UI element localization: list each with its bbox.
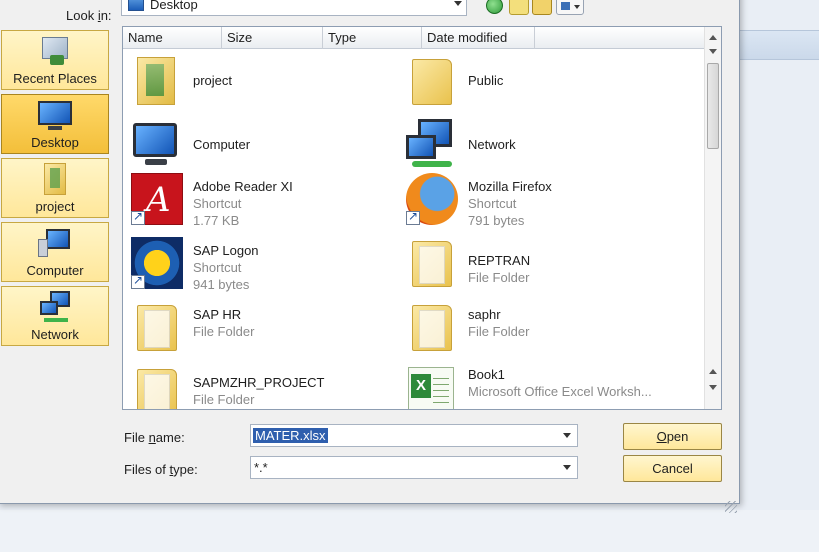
recent-places-icon <box>38 35 72 67</box>
scroll-thumb[interactable] <box>707 63 719 149</box>
list-item-public[interactable]: Public <box>398 51 668 111</box>
scroll-up-icon[interactable] <box>709 35 717 40</box>
column-name[interactable]: Name <box>123 27 222 49</box>
desktop-icon <box>128 0 144 11</box>
project-folder-icon <box>38 163 72 195</box>
background-window-area <box>0 510 819 552</box>
sap-logon-icon <box>129 235 185 291</box>
list-item-sapmzhr-project[interactable]: SAPMZHR_PROJECT File Folder <box>123 361 393 409</box>
folder-icon <box>404 299 460 355</box>
chevron-down-icon[interactable] <box>563 465 571 470</box>
open-file-dialog: Look in: Desktop Recent Places Desktop p… <box>0 0 740 513</box>
list-item-project[interactable]: project <box>123 51 393 111</box>
folder-icon <box>129 363 185 409</box>
list-item-computer[interactable]: Computer <box>123 115 393 175</box>
list-item-network[interactable]: Network <box>398 115 668 175</box>
cancel-button[interactable]: Cancel <box>623 455 722 482</box>
file-list-view[interactable]: Name Size Type Date modified project Pub… <box>122 26 722 410</box>
up-folder-icon[interactable] <box>509 0 529 15</box>
shortcut-arrow-icon <box>131 273 145 289</box>
file-name-input[interactable]: MATER.xlsx <box>250 424 578 447</box>
look-in-dropdown[interactable]: Desktop <box>121 0 467 16</box>
adobe-reader-icon <box>129 171 185 227</box>
new-folder-icon[interactable] <box>532 0 552 15</box>
list-item-firefox[interactable]: Mozilla Firefox Shortcut 791 bytes <box>398 169 668 229</box>
shortcut-arrow-icon <box>131 209 145 225</box>
scroll-down-icon[interactable] <box>709 49 717 54</box>
vertical-scrollbar[interactable] <box>704 27 721 409</box>
column-date-modified[interactable]: Date modified <box>422 27 535 49</box>
scroll-down-icon[interactable] <box>709 385 717 390</box>
network-icon <box>404 117 460 173</box>
project-folder-icon <box>129 53 185 109</box>
folder-icon <box>404 53 460 109</box>
file-type-label: Files of type: <box>124 462 198 477</box>
file-name-label: File name: <box>124 430 185 445</box>
list-item-sap-logon[interactable]: SAP Logon Shortcut 941 bytes <box>123 233 393 293</box>
list-item-adobe-reader[interactable]: Adobe Reader XI Shortcut 1.77 KB <box>123 169 393 229</box>
file-type-value: *.* <box>254 460 268 475</box>
back-icon[interactable] <box>486 0 503 14</box>
look-in-label: Look in: <box>66 8 112 23</box>
desktop-icon <box>38 99 72 131</box>
list-item-reptran[interactable]: REPTRAN File Folder <box>398 233 668 293</box>
file-name-value: MATER.xlsx <box>253 428 328 443</box>
place-project[interactable]: project <box>1 158 109 218</box>
folder-icon <box>404 235 460 291</box>
place-network[interactable]: Network <box>1 286 109 346</box>
column-header: Name Size Type Date modified <box>123 27 705 49</box>
view-menu-icon[interactable] <box>556 0 584 15</box>
list-item-saphr[interactable]: saphr File Folder <box>398 297 668 357</box>
computer-icon <box>38 227 72 259</box>
shortcut-arrow-icon <box>406 209 420 225</box>
place-computer[interactable]: Computer <box>1 222 109 282</box>
list-item-sap-hr[interactable]: SAP HR File Folder <box>123 297 393 357</box>
chevron-down-icon <box>454 1 462 6</box>
file-type-dropdown[interactable]: *.* <box>250 456 578 479</box>
network-icon <box>38 291 72 323</box>
resize-grip-icon[interactable] <box>725 501 737 513</box>
list-item-book1[interactable]: Book1 Microsoft Office Excel Worksh... <box>398 361 668 409</box>
column-type[interactable]: Type <box>323 27 422 49</box>
folder-icon <box>129 299 185 355</box>
column-size[interactable]: Size <box>222 27 323 49</box>
firefox-icon <box>404 171 460 227</box>
place-desktop[interactable]: Desktop <box>1 94 109 154</box>
place-recent-places[interactable]: Recent Places <box>1 30 109 90</box>
chevron-down-icon[interactable] <box>563 433 571 438</box>
scroll-up-icon[interactable] <box>709 369 717 374</box>
excel-icon <box>404 363 460 409</box>
computer-icon <box>129 117 185 173</box>
look-in-value: Desktop <box>150 0 198 12</box>
open-button[interactable]: Open <box>623 423 722 450</box>
background-window-strip <box>740 30 819 60</box>
